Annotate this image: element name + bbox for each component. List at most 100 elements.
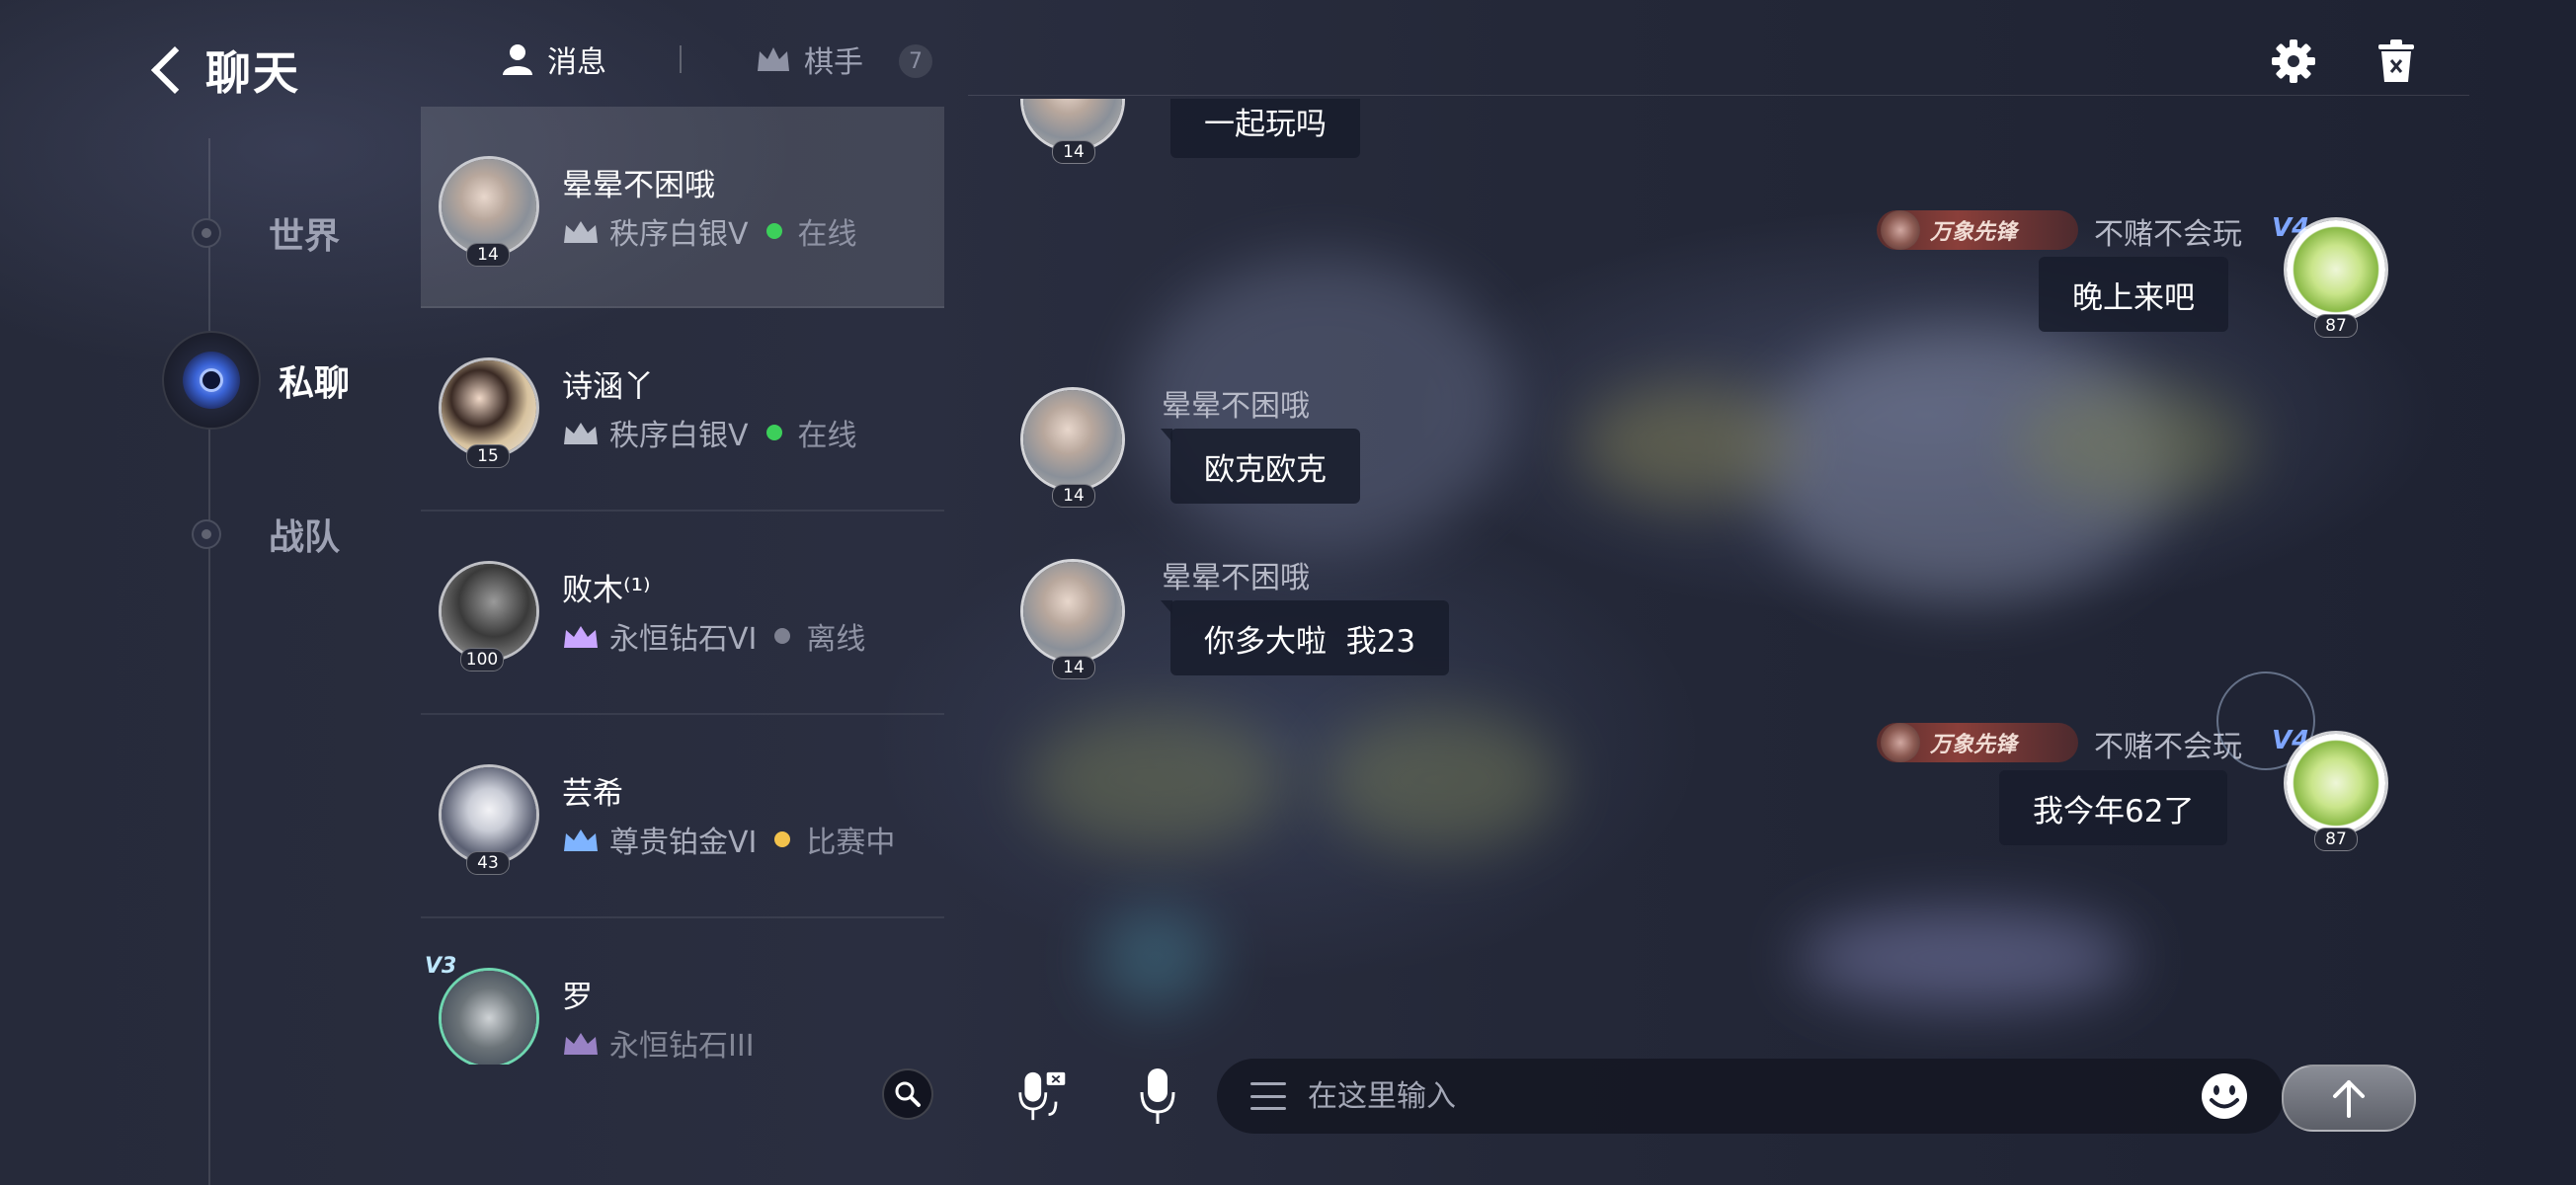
- delete-button[interactable]: [2371, 36, 2422, 87]
- message-bubble: 你多大啦 我23: [1160, 600, 1450, 675]
- search-button[interactable]: [882, 1068, 933, 1120]
- title-emblem-icon: [1881, 723, 1920, 762]
- message-avatar[interactable]: [1020, 387, 1125, 492]
- rank-crown-icon: [564, 626, 598, 648]
- nav-item-team[interactable]: 战队: [158, 509, 340, 560]
- nav-item-label: 世界: [269, 216, 341, 257]
- rank-crown-icon: [564, 1033, 598, 1055]
- rank-label: 秩序白银V: [609, 217, 749, 252]
- status-dot: [774, 831, 791, 847]
- message-bubble: 欧克欧克: [1161, 429, 1360, 504]
- conversation-item[interactable]: 14 晕晕不困哦 秩序白银V 在线: [421, 107, 944, 308]
- chat-messages: 14 一起玩吗 万象先锋 不赌不会玩 V4 87 晚上来吧 晕晕不困哦 14 欧…: [978, 99, 2489, 1047]
- nav-active-orb-icon: [162, 331, 261, 430]
- conversation-item[interactable]: 43 芸希 尊贵铂金VI 比赛中: [421, 715, 944, 918]
- message-avatar[interactable]: [2284, 731, 2388, 835]
- status-dot: [765, 425, 782, 440]
- status-label: 在线: [797, 217, 857, 252]
- nav-dot-icon: [192, 218, 221, 248]
- sender-name: 晕晕不困哦: [1162, 389, 1310, 424]
- settings-button[interactable]: [2268, 36, 2319, 87]
- emoji-icon: [2202, 1073, 2247, 1119]
- menu-icon[interactable]: [1250, 1082, 1286, 1110]
- message-bubble: 一起玩吗: [1170, 99, 1360, 158]
- conversation-item[interactable]: 15 诗涵丫 秩序白银V 在线: [421, 308, 944, 512]
- status-label: 在线: [797, 419, 857, 453]
- tab-label: 棋手: [804, 45, 863, 80]
- status-label: 离线: [806, 622, 866, 657]
- message-bubble: 我今年62了: [1999, 770, 2228, 845]
- rank-label: 永恒钻石III: [609, 1029, 755, 1064]
- contact-rank: 永恒钻石VI 离线: [562, 614, 865, 658]
- level-badge: 14: [466, 243, 510, 267]
- level-badge: 87: [2314, 314, 2358, 338]
- emoji-button[interactable]: [2199, 1070, 2250, 1122]
- header-divider: [968, 95, 2469, 96]
- contact-name: 诗涵丫: [562, 369, 654, 405]
- rank-label: 尊贵铂金VI: [609, 826, 758, 860]
- back-button[interactable]: 聊天: [148, 38, 300, 103]
- tab-divider: [680, 45, 682, 73]
- rank-crown-icon: [564, 423, 598, 444]
- status-dot: [765, 223, 782, 239]
- title-badge: 万象先锋: [1877, 723, 2078, 762]
- contact-name: 芸希: [562, 776, 623, 812]
- players-count-badge: 7: [899, 44, 932, 78]
- microphone-icon: [1140, 1068, 1175, 1124]
- voice-to-text-icon: [1018, 1071, 1066, 1121]
- chat-screen: 聊天 世界 私聊 战队 消息 棋手 7 14 晕晕不困哦 秩序白银V 在线 15…: [0, 0, 2576, 1185]
- contact-rank: 秩序白银V 在线: [562, 411, 857, 454]
- tab-messages[interactable]: 消息: [500, 38, 606, 81]
- contact-name: 晕晕不困哦: [562, 168, 715, 203]
- avatar: [439, 156, 539, 257]
- avatar: [439, 561, 539, 662]
- contact-name: 败木⁽¹⁾: [562, 573, 651, 608]
- avatar: [439, 764, 539, 865]
- rank-label: 秩序白银V: [609, 419, 749, 453]
- tab-label: 消息: [547, 45, 606, 80]
- conversation-item[interactable]: V3 罗 永恒钻石III: [421, 918, 944, 1065]
- voice-to-text-button[interactable]: [1017, 1066, 1069, 1126]
- status-label: 比赛中: [806, 826, 896, 860]
- gear-icon: [2272, 40, 2315, 83]
- vip-badge: V3: [425, 954, 457, 979]
- rank-crown-icon: [564, 221, 598, 243]
- search-icon: [895, 1081, 921, 1107]
- tab-players[interactable]: 棋手: [755, 38, 863, 81]
- avatar: [439, 968, 539, 1065]
- level-badge: 14: [1052, 484, 1095, 508]
- crown-icon: [758, 47, 789, 71]
- conversation-item[interactable]: 100 败木⁽¹⁾ 永恒钻石VI 离线: [421, 512, 944, 715]
- sender-name: 晕晕不困哦: [1162, 561, 1310, 595]
- level-badge: 100: [460, 648, 504, 672]
- status-dot: [774, 628, 791, 644]
- rank-crown-icon: [564, 830, 598, 851]
- level-badge: 87: [2314, 828, 2358, 851]
- person-icon: [503, 44, 532, 75]
- nav-item-world[interactable]: 世界: [158, 207, 340, 259]
- contact-name: 罗: [562, 980, 593, 1015]
- level-badge: 14: [1052, 140, 1095, 164]
- sender-name: 不赌不会玩: [2094, 217, 2242, 252]
- chevron-left-icon: [150, 45, 200, 95]
- message-input-bar: [1217, 1059, 2284, 1134]
- nav-rail: [208, 138, 210, 1185]
- microphone-button[interactable]: [1136, 1066, 1179, 1126]
- arrow-up-icon: [2333, 1080, 2365, 1118]
- conversation-list: 14 晕晕不困哦 秩序白银V 在线 15 诗涵丫 秩序白银V 在线 100 败木…: [421, 107, 944, 1065]
- level-badge: 15: [466, 444, 510, 468]
- message-avatar[interactable]: [2284, 217, 2388, 322]
- trash-icon: [2378, 40, 2414, 82]
- message-avatar[interactable]: [1020, 559, 1125, 664]
- message-input[interactable]: [1306, 1077, 2100, 1115]
- send-button[interactable]: [2282, 1065, 2416, 1132]
- nav-dot-icon: [192, 519, 221, 549]
- message-bubble: 晚上来吧: [2039, 257, 2228, 332]
- contact-rank: 尊贵铂金VI 比赛中: [562, 818, 895, 861]
- avatar: [439, 357, 539, 458]
- contact-rank: 秩序白银V 在线: [562, 209, 857, 253]
- nav-item-label: 私聊: [279, 363, 351, 404]
- level-badge: 43: [466, 851, 510, 875]
- level-badge: 14: [1052, 656, 1095, 679]
- nav-item-private-chat[interactable]: 私聊: [162, 331, 350, 430]
